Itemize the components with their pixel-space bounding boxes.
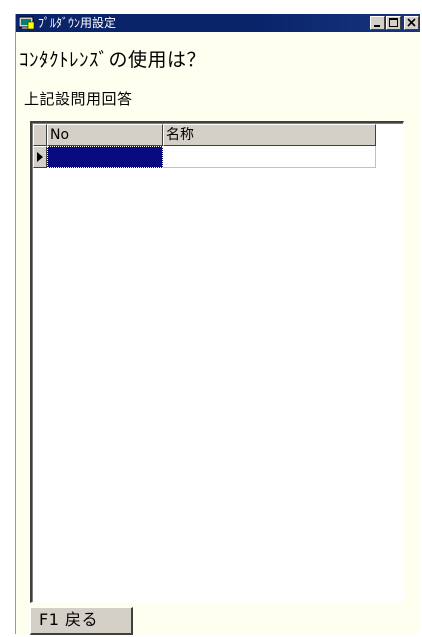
app-window: ﾌﾟﾙﾀﾞｳﾝ用設定 ｺﾝﾀｸﾄﾚﾝｽﾞの使用は？ 上記設問用回答 No 名称 [15,14,420,635]
header-indicator-cell [33,124,47,146]
maximize-icon [389,18,398,27]
row-selector[interactable] [33,146,47,168]
triangle-right-icon [37,152,43,162]
close-icon [407,18,416,27]
maximize-button[interactable] [386,16,401,30]
minimize-button[interactable] [370,16,385,30]
grid-body: No 名称 [32,123,403,602]
app-icon [18,16,35,30]
back-button[interactable]: F1 戻る [30,607,133,635]
column-header-name[interactable]: 名称 [163,124,376,146]
column-header-no[interactable]: No [47,124,163,146]
cell-name[interactable] [163,146,376,168]
cell-no[interactable] [47,146,163,168]
window-title: ﾌﾟﾙﾀﾞｳﾝ用設定 [38,16,117,30]
question-label: ｺﾝﾀｸﾄﾚﾝｽﾞの使用は？ [19,49,207,71]
answer-grid[interactable]: No 名称 [30,121,404,603]
grid-header: No 名称 [33,124,376,146]
minimize-icon [374,25,380,27]
subtitle-label: 上記設問用回答 [24,90,133,108]
close-button[interactable] [404,16,419,30]
title-bar[interactable]: ﾌﾟﾙﾀﾞｳﾝ用設定 [16,14,420,32]
table-row[interactable] [33,146,376,168]
